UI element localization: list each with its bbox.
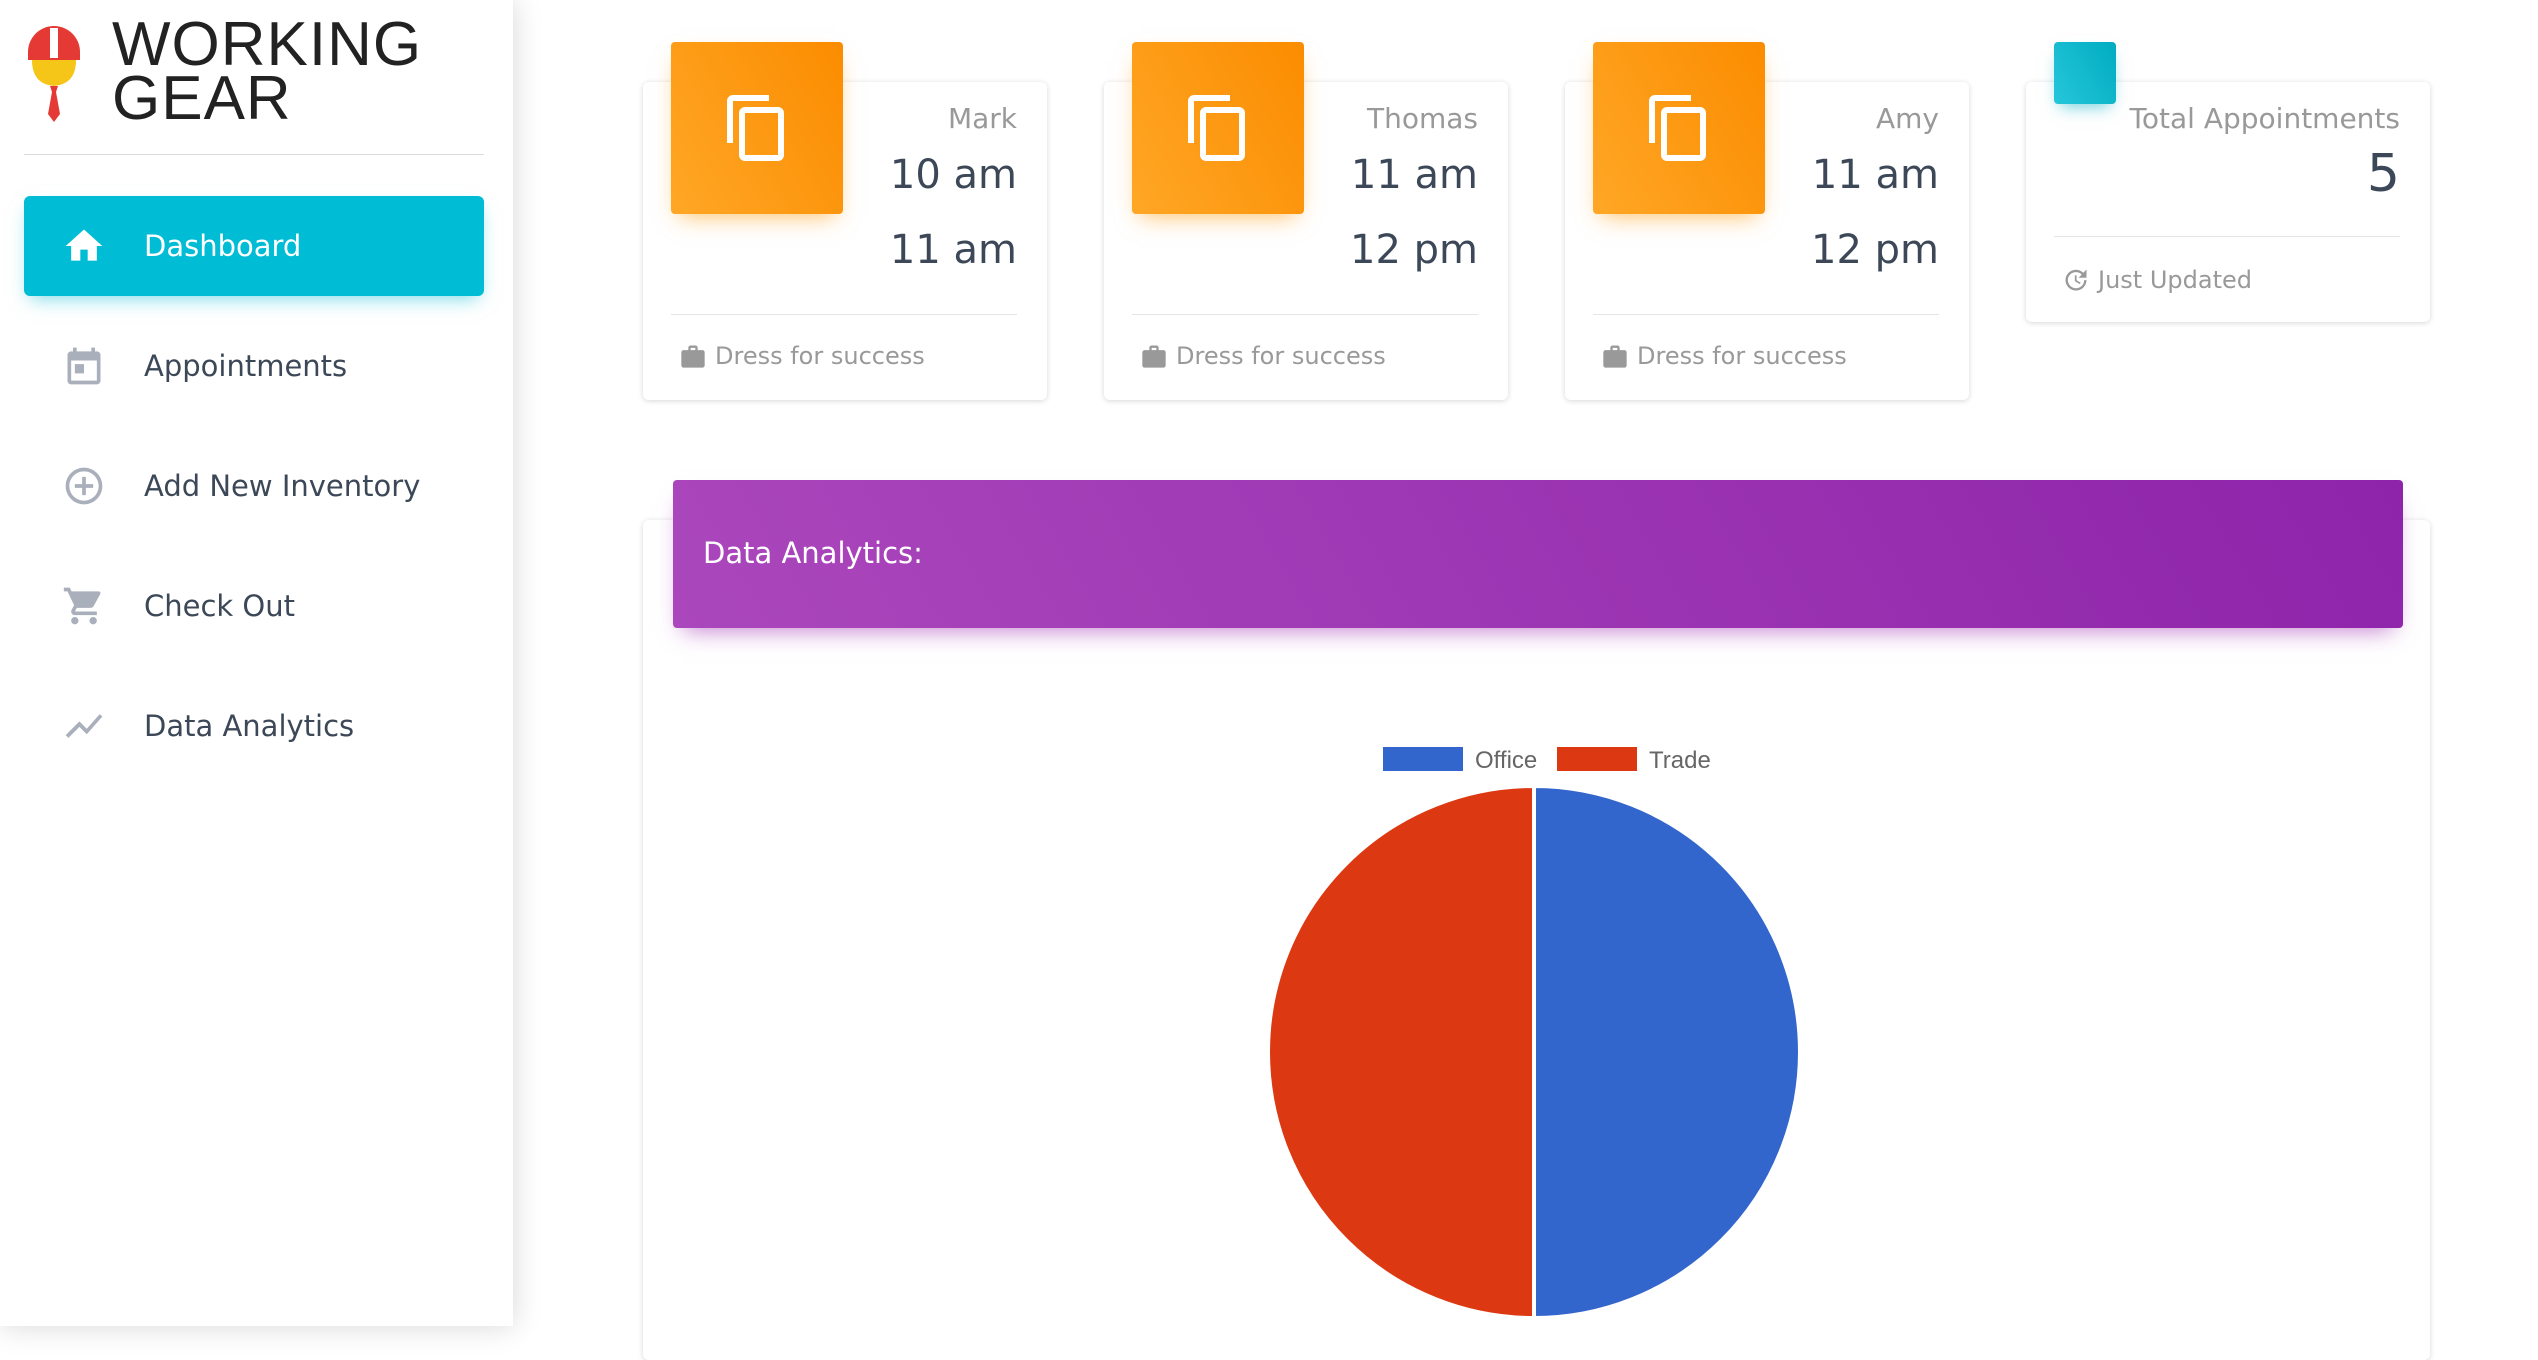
trending-icon	[60, 702, 108, 750]
legend-swatch-trade[interactable]	[1557, 747, 1637, 771]
sidebar-item-data-analytics[interactable]: Data Analytics	[24, 676, 484, 776]
sidebar-item-label: Appointments	[144, 349, 348, 383]
sidebar: WORKING GEAR Dashboard Appointments Add …	[0, 0, 513, 1326]
sidebar-item-check-out[interactable]: Check Out	[24, 556, 484, 656]
add-circle-icon	[60, 462, 108, 510]
hardhat-logo-icon	[28, 26, 80, 122]
home-icon	[60, 222, 108, 270]
sidebar-item-appointments[interactable]: Appointments	[24, 316, 484, 416]
sidebar-item-label: Dashboard	[144, 229, 302, 263]
sidebar-nav: Dashboard Appointments Add New Inventory…	[24, 196, 484, 796]
main-content: Mark 10 am 11 am Dress for success Thoma…	[513, 0, 2538, 1360]
pie-slice-office[interactable]	[1532, 783, 1802, 1321]
pie-slice-trade[interactable]	[1266, 783, 1536, 1321]
analytics-header: Data Analytics:	[673, 480, 2403, 628]
calendar-icon	[60, 342, 108, 390]
pie-chart[interactable]: Office Trade	[513, 0, 2538, 1326]
sidebar-item-label: Add New Inventory	[144, 469, 421, 503]
analytics-title: Data Analytics:	[703, 536, 923, 570]
sidebar-item-label: Data Analytics	[144, 709, 355, 743]
brand-name: WORKING GEAR	[112, 14, 422, 133]
brand-line-2: GEAR	[112, 64, 292, 133]
sidebar-item-dashboard[interactable]: Dashboard	[24, 196, 484, 296]
legend-swatch-office[interactable]	[1383, 747, 1463, 771]
brand-logo[interactable]: WORKING GEAR	[24, 14, 422, 133]
sidebar-item-label: Check Out	[144, 589, 296, 623]
logo-divider	[24, 154, 484, 155]
sidebar-item-add-inventory[interactable]: Add New Inventory	[24, 436, 484, 536]
legend-label-trade[interactable]: Trade	[1649, 747, 1711, 774]
legend-label-office[interactable]: Office	[1475, 747, 1537, 774]
cart-icon	[60, 582, 108, 630]
